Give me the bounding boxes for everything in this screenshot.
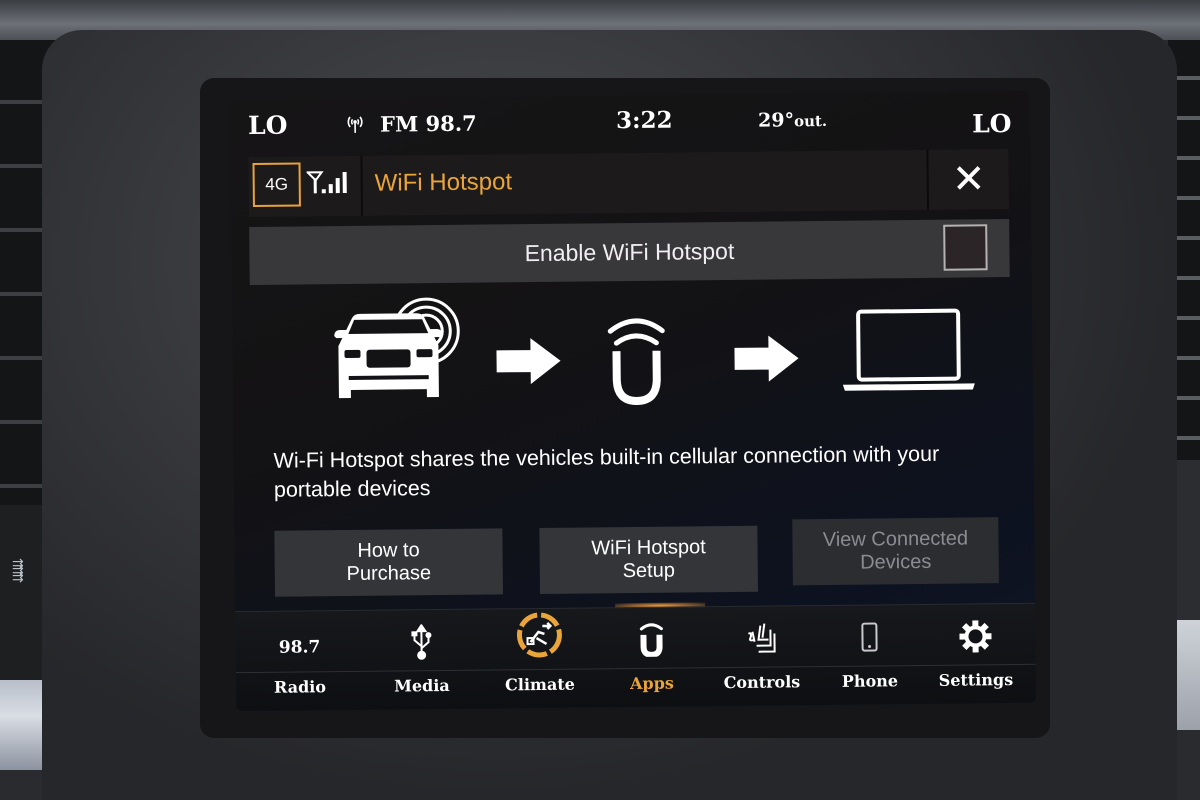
car-broadcasting-icon [334,297,460,399]
enable-hotspot-checkbox[interactable] [943,224,988,271]
nav-label: Radio [273,677,327,697]
gear-icon [925,614,1025,659]
infotainment-screen: LO FM 98.7 3:22 29°out. LO 4G WiFi Hotsp… [229,90,1037,712]
current-station[interactable]: FM 98.7 [380,111,477,137]
uconnect-apps-icon [601,617,701,662]
title-bar: 4G WiFi Hotspot ✕ [248,149,1010,218]
label-line: WiFi Hotspot [591,536,706,560]
status-bar: LO FM 98.7 3:22 29°out. LO [230,91,1031,155]
climate-icon [489,612,589,658]
nav-controls[interactable]: Controls [711,606,812,707]
label-line: View Connected [822,527,969,552]
view-connected-devices-label: View Connected Devices [823,527,969,575]
enable-hotspot-label: Enable WiFi Hotspot [524,237,735,266]
hotspot-setup-button[interactable]: WiFi Hotspot Setup [539,525,759,594]
how-to-purchase-label: How to Purchase [346,539,431,586]
hotspot-diagram [232,287,1033,425]
close-icon: ✕ [951,157,986,202]
temperature-value: 29° [757,109,795,132]
clock: 3:22 [615,106,673,135]
label-line: How to [357,539,420,562]
outside-temperature: 29°out. [757,109,828,132]
nav-label: Settings [938,670,1014,690]
nav-label: Media [394,675,450,696]
usb-icon [371,620,471,665]
radio-antenna-icon [344,114,366,139]
bottom-nav-bar: 98.7 Radio Media Climate Apps Controls P… [235,602,1037,712]
nav-label: Apps [629,673,674,694]
network-type-badge: 4G [252,162,301,207]
label-line: Devices [860,550,932,574]
nav-radio[interactable]: 98.7 Radio [249,611,350,711]
how-to-purchase-button[interactable]: How to Purchase [274,528,504,597]
close-button[interactable]: ✕ [928,149,1009,210]
laptop-icon [842,308,975,391]
nav-apps[interactable]: Apps [601,607,702,708]
hotspot-setup-label: WiFi Hotspot Setup [591,536,706,583]
nav-label: Phone [841,671,899,691]
title-divider [360,155,364,216]
view-connected-devices-button[interactable]: View Connected Devices [792,517,999,586]
phone-icon [819,615,919,660]
label-line: Purchase [346,562,432,586]
label-line: Setup [622,559,676,583]
cellular-signal-icon [305,170,353,194]
arrow-right-icon [734,335,799,382]
vent-airflow-icon: ⇉ ⇉ ⇉ [12,555,24,585]
seat-controls-icon [711,616,811,661]
arrow-right-icon [496,338,561,385]
radio-frequency-text: 98.7 [278,637,321,658]
page-title: WiFi Hotspot [374,168,513,197]
temperature-suffix: out. [793,111,828,131]
passenger-temp-setting[interactable]: LO [972,109,1012,138]
uconnect-hotspot-icon [607,318,665,405]
enable-hotspot-row[interactable]: Enable WiFi Hotspot [249,219,1010,286]
nav-label: Climate [504,674,575,695]
driver-temp-setting[interactable]: LO [248,111,288,140]
nav-phone[interactable]: Phone [819,605,920,706]
nav-label: Controls [723,672,801,693]
nav-media[interactable]: Media [371,610,472,711]
nav-settings[interactable]: Settings [925,604,1026,705]
hotspot-description: Wi-Fi Hotspot shares the vehicles built-… [273,441,940,502]
nav-climate[interactable]: Climate [489,608,590,709]
